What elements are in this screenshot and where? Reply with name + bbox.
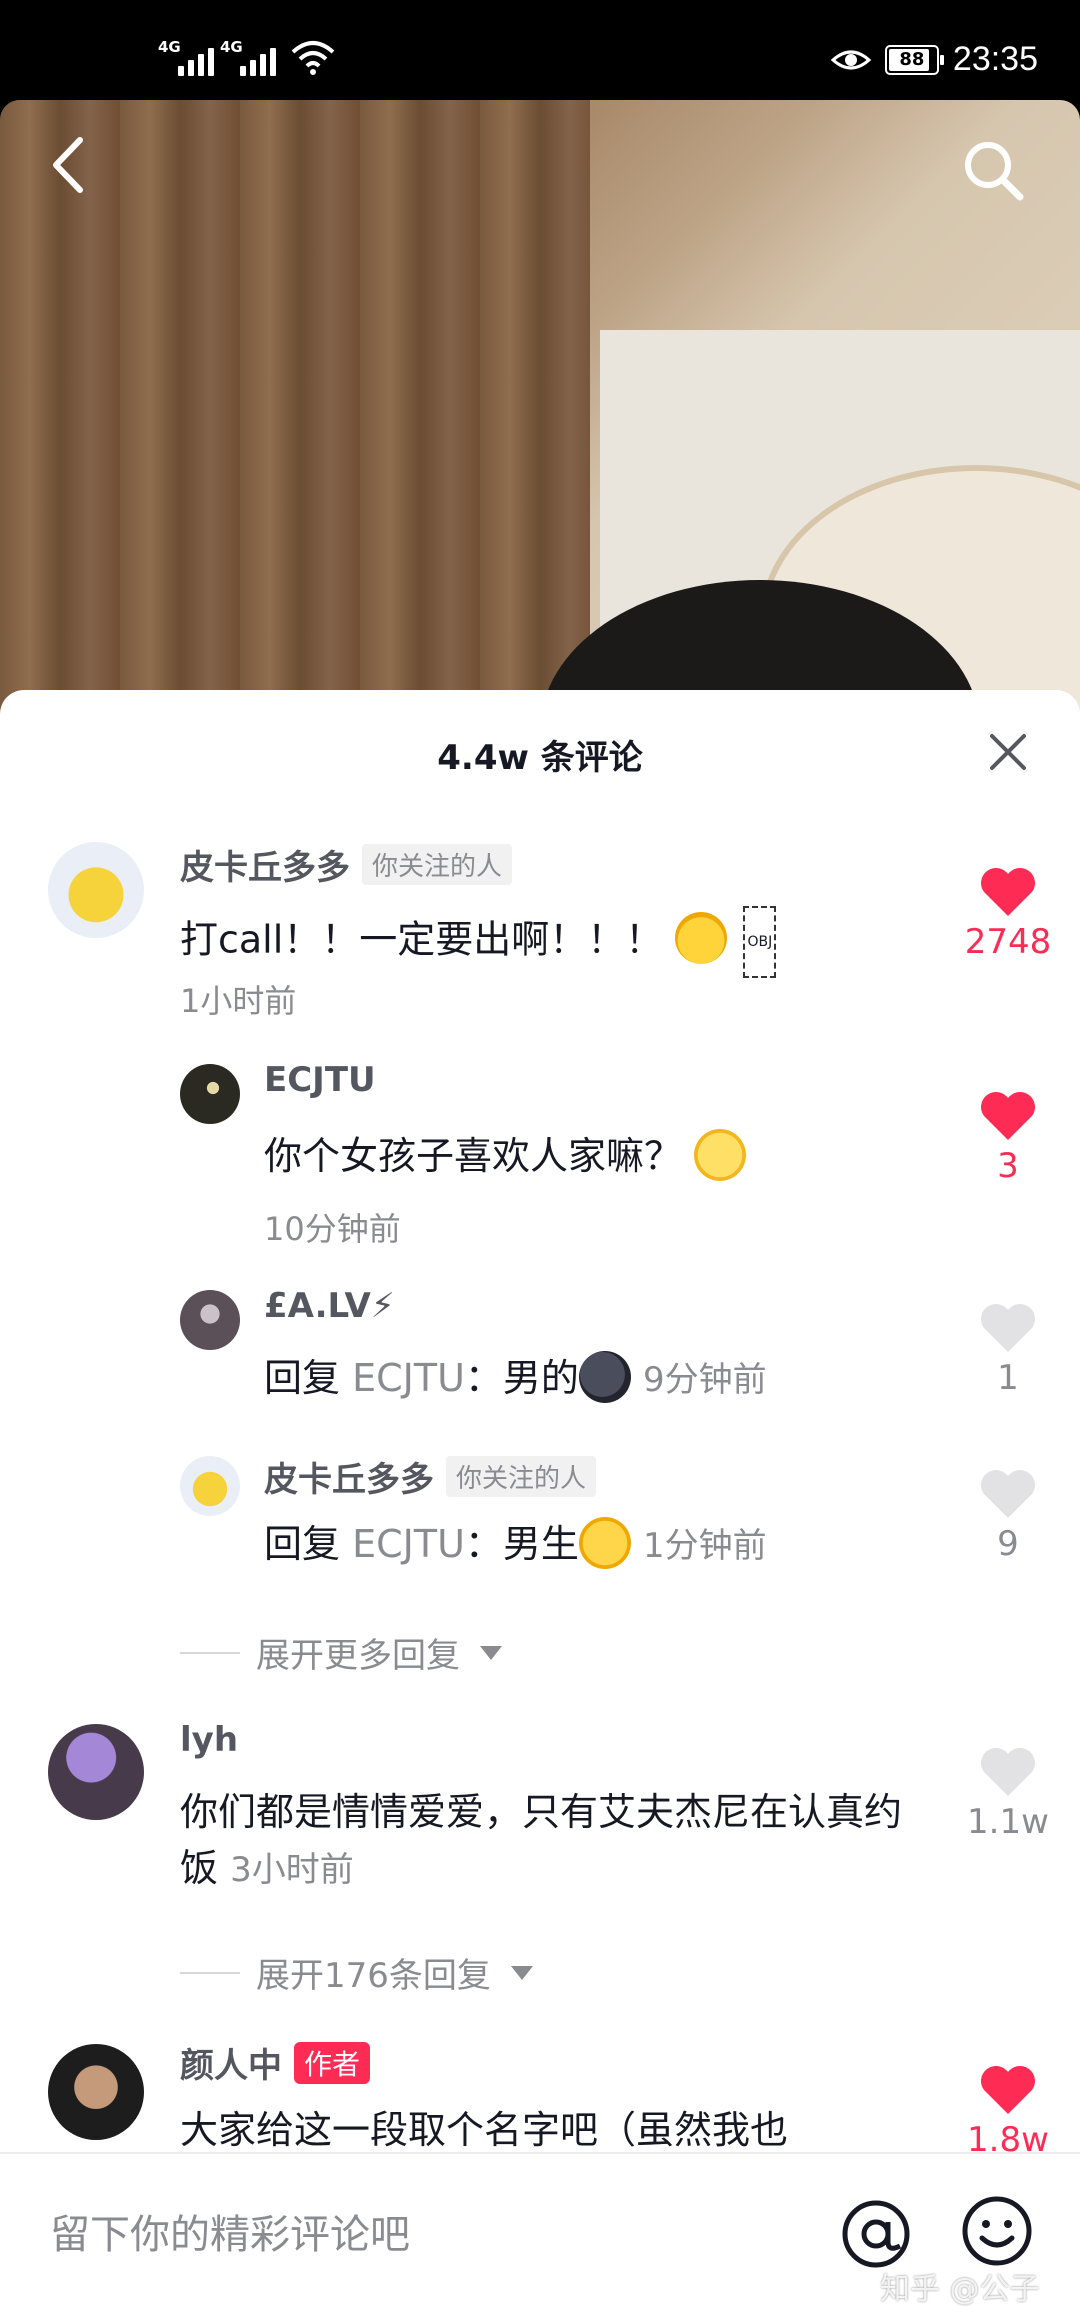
author-name[interactable]: £A.LV⚡	[264, 1286, 395, 1326]
heart-icon	[981, 868, 1035, 916]
avatar[interactable]	[48, 1724, 144, 1820]
author-name[interactable]: 皮卡丘多多	[180, 840, 350, 889]
expand-label: 展开176条回复	[256, 1956, 491, 1996]
reply-body: ：男的	[464, 1356, 579, 1400]
like-button[interactable]: 1.8w	[953, 2064, 1063, 2160]
author-name[interactable]: 颜人中	[180, 2038, 282, 2087]
close-icon[interactable]	[986, 730, 1030, 774]
object-placeholder-icon: OBJ	[743, 906, 777, 978]
comment-author[interactable]: lyh	[180, 1720, 238, 1760]
video-player[interactable]	[0, 100, 1080, 720]
like-count: 2748	[964, 922, 1052, 962]
reply-body: ：男生	[464, 1522, 579, 1566]
avatar[interactable]	[48, 2044, 144, 2140]
status-bar: 4G 4G 88 23:35	[0, 0, 1080, 100]
heart-icon	[981, 2066, 1035, 2114]
comment-sheet: 4.4w 条评论 皮卡丘多多 你关注的人 打call！！一定要出啊！！！ OBJ…	[0, 690, 1080, 2310]
comment-text[interactable]: 打call！！一定要出啊！！！ OBJ	[180, 906, 777, 978]
comment-author[interactable]: 皮卡丘多多 你关注的人	[264, 1452, 597, 1501]
like-count: 1.1w	[967, 1802, 1049, 1842]
eye-comfort-icon	[830, 50, 871, 69]
reply-target[interactable]: ECJTU	[352, 1356, 465, 1400]
comment-time: 3小时前	[230, 1850, 354, 1890]
back-icon[interactable]	[40, 130, 100, 200]
avatar[interactable]	[180, 1290, 240, 1350]
divider	[180, 1651, 240, 1654]
comment-count-title: 4.4w 条评论	[437, 738, 643, 778]
author-name[interactable]: lyh	[180, 1720, 238, 1760]
heart-icon	[981, 1470, 1035, 1518]
heart-icon	[981, 1304, 1035, 1352]
following-badge: 你关注的人	[362, 844, 513, 885]
network-type-label: 4G	[220, 38, 243, 56]
comment-author[interactable]: £A.LV⚡	[264, 1286, 395, 1326]
like-button[interactable]: 9	[953, 1468, 1063, 1564]
emoji-icon[interactable]	[960, 2194, 1034, 2268]
expand-replies-button[interactable]: 展开更多回复	[180, 1628, 502, 1677]
reply-time: 9分钟前	[643, 1360, 767, 1400]
heart-icon	[981, 1748, 1035, 1796]
reply-prefix: 回复	[264, 1356, 341, 1400]
like-count: 9	[997, 1524, 1019, 1564]
divider	[180, 1971, 240, 1974]
reply-body: 你个女孩子喜欢人家嘛？	[264, 1134, 683, 1178]
reply-time: 1分钟前	[643, 1526, 767, 1566]
author-badge: 作者	[294, 2041, 371, 2084]
comment-text[interactable]: 你们都是情情爱爱，只有艾夫杰尼在认真约饭 3小时前	[180, 1784, 920, 1898]
network-type-label: 4G	[158, 38, 181, 56]
expand-replies-button[interactable]: 展开176条回复	[180, 1948, 533, 1997]
battery-level: 88	[899, 48, 925, 70]
comment-input-bar: 留下你的精彩评论吧 知乎 @公子	[0, 2152, 1080, 2312]
comment-author[interactable]: ECJTU	[264, 1060, 376, 1100]
clock: 23:35	[952, 40, 1038, 78]
like-button[interactable]: 1	[953, 1302, 1063, 1398]
avatar[interactable]	[180, 1456, 240, 1516]
avatar[interactable]	[180, 1064, 240, 1124]
comment-body: 大家给这一段取个名字吧（虽然我也	[180, 2108, 789, 2152]
at-icon[interactable]	[838, 2196, 914, 2272]
avatar[interactable]	[48, 842, 144, 938]
blush-emoji-icon	[694, 1128, 747, 1181]
watermark-text: 知乎 @公子	[880, 2272, 1040, 2307]
following-badge: 你关注的人	[446, 1456, 597, 1497]
comment-text[interactable]: 大家给这一段取个名字吧（虽然我也	[180, 2102, 788, 2158]
cell-signal-1-icon: 4G	[158, 38, 214, 76]
like-count: 1	[997, 1358, 1019, 1398]
comment-input[interactable]: 留下你的精彩评论吧	[50, 2202, 410, 2260]
like-button[interactable]: 2748	[953, 866, 1063, 962]
pleading-face-emoji-icon	[578, 1516, 631, 1569]
like-count: 3	[997, 1146, 1019, 1186]
reply-prefix: 回复	[264, 1522, 341, 1566]
triangle-down-icon	[480, 1645, 502, 1660]
heart-icon	[981, 1092, 1035, 1140]
battery-icon: 88	[884, 44, 944, 75]
like-button[interactable]: 1.1w	[953, 1746, 1063, 1842]
expand-label: 展开更多回复	[256, 1636, 460, 1676]
cell-signal-2-icon: 4G	[220, 38, 276, 76]
reply-text[interactable]: 你个女孩子喜欢人家嘛？	[264, 1128, 747, 1185]
wifi-icon	[291, 41, 335, 75]
reply-text[interactable]: 回复 ECJTU：男生 1分钟前	[264, 1516, 767, 1574]
search-icon[interactable]	[958, 135, 1028, 205]
comment-author[interactable]: 皮卡丘多多 你关注的人	[180, 840, 513, 889]
comment-time: 1小时前	[180, 982, 297, 1020]
author-name[interactable]: 皮卡丘多多	[264, 1452, 434, 1501]
laugh-cry-emoji-icon	[675, 912, 728, 964]
triangle-down-icon	[510, 1965, 533, 1980]
comment-body: 打call！！一定要出啊！！！	[180, 917, 664, 962]
author-name[interactable]: ECJTU	[264, 1060, 376, 1100]
moon-face-emoji-icon	[578, 1350, 631, 1403]
reply-text[interactable]: 回复 ECJTU：男的 9分钟前	[264, 1350, 767, 1408]
reply-target[interactable]: ECJTU	[352, 1522, 465, 1566]
comment-author[interactable]: 颜人中 作者	[180, 2038, 371, 2087]
like-button[interactable]: 3	[953, 1090, 1063, 1186]
reply-time: 10分钟前	[264, 1210, 401, 1248]
